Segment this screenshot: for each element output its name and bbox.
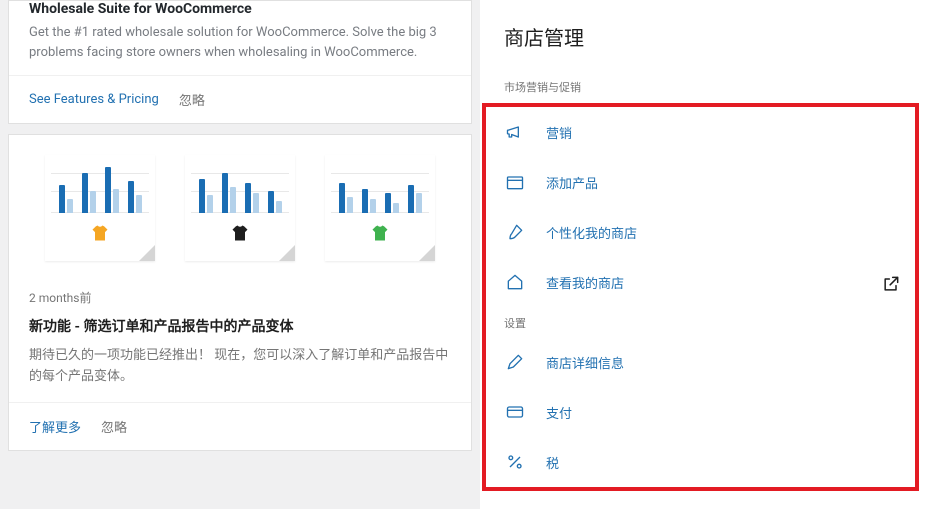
chart-card bbox=[325, 155, 435, 261]
news-card: 2 months前 新功能 - 筛选订单和产品报告中的产品变体 期待已久的一项功… bbox=[8, 134, 472, 451]
section-settings-label: 设置 bbox=[486, 307, 915, 337]
tshirt-icon bbox=[89, 223, 111, 243]
news-desc: 期待已久的一项功能已经推出！ 现在，您可以深入了解订单和产品报告中的每个产品变体… bbox=[29, 346, 451, 388]
home-icon bbox=[504, 271, 526, 293]
marketing-item-add-product[interactable]: 添加产品 bbox=[486, 157, 915, 207]
marketing-item-home[interactable]: 查看我的商店 bbox=[486, 257, 915, 307]
settings-item-percent[interactable]: 税 bbox=[486, 437, 915, 487]
megaphone-icon bbox=[504, 121, 526, 143]
external-link-icon bbox=[881, 274, 897, 290]
settings-menu: 商店详细信息支付税 bbox=[486, 337, 915, 487]
extension-desc: Get the #1 rated wholesale solution for … bbox=[29, 23, 451, 63]
menu-item-label: 支付 bbox=[546, 403, 897, 422]
menu-item-label: 添加产品 bbox=[546, 173, 897, 192]
dismiss-button[interactable]: 忽略 bbox=[179, 90, 205, 109]
chart-card bbox=[45, 155, 155, 261]
pencil-icon bbox=[504, 351, 526, 373]
menu-item-label: 税 bbox=[546, 453, 897, 472]
marketing-item-brush[interactable]: 个性化我的商店 bbox=[486, 207, 915, 257]
highlighted-area: 营销添加产品个性化我的商店查看我的商店 设置 商店详细信息支付税 bbox=[482, 103, 919, 491]
panel-title: 商店管理 bbox=[480, 0, 927, 73]
settings-item-card[interactable]: 支付 bbox=[486, 387, 915, 437]
settings-item-pencil[interactable]: 商店详细信息 bbox=[486, 337, 915, 387]
menu-item-label: 营销 bbox=[546, 123, 897, 142]
extension-card: Wholesale Suite for WooCommerce Get the … bbox=[8, 0, 472, 124]
percent-icon bbox=[504, 451, 526, 473]
menu-item-label: 查看我的商店 bbox=[546, 273, 881, 292]
features-pricing-link[interactable]: See Features & Pricing bbox=[29, 92, 159, 107]
store-management-panel: 商店管理 市场营销与促销 营销添加产品个性化我的商店查看我的商店 设置 商店详细… bbox=[480, 0, 927, 509]
marketing-menu: 营销添加产品个性化我的商店查看我的商店 bbox=[486, 107, 915, 307]
extension-title: Wholesale Suite for WooCommerce bbox=[29, 1, 451, 17]
learn-more-link[interactable]: 了解更多 bbox=[29, 417, 81, 436]
menu-item-label: 个性化我的商店 bbox=[546, 223, 897, 242]
card-icon bbox=[504, 401, 526, 423]
news-time: 2 months前 bbox=[29, 289, 451, 306]
chart-card bbox=[185, 155, 295, 261]
section-marketing-label: 市场营销与促销 bbox=[480, 73, 927, 103]
brush-icon bbox=[504, 221, 526, 243]
add-product-icon bbox=[504, 171, 526, 193]
charts-row bbox=[9, 135, 471, 271]
tshirt-icon bbox=[229, 223, 251, 243]
news-title: 新功能 - 筛选订单和产品报告中的产品变体 bbox=[29, 316, 451, 336]
marketing-item-megaphone[interactable]: 营销 bbox=[486, 107, 915, 157]
tshirt-icon bbox=[369, 223, 391, 243]
dismiss-news-button[interactable]: 忽略 bbox=[101, 417, 127, 436]
menu-item-label: 商店详细信息 bbox=[546, 353, 897, 372]
